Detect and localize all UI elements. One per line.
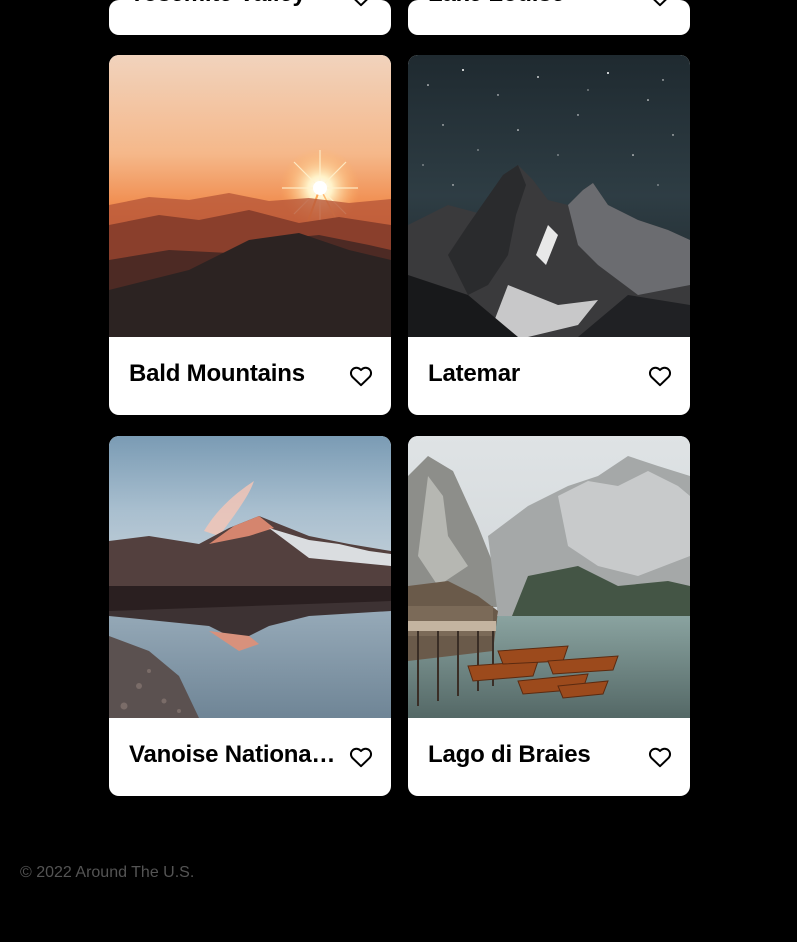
- card-title: Latemar: [428, 360, 520, 387]
- place-card: Lago di Braies: [408, 436, 690, 796]
- heart-outline-icon: [354, 0, 368, 7]
- page: Yosemite Valley Lake Louise: [0, 0, 797, 942]
- card-footer: Yosemite Valley: [109, 0, 391, 35]
- heart-outline-icon: [653, 0, 667, 7]
- like-button[interactable]: [349, 365, 373, 387]
- card-footer: Vanoise National Park: [109, 718, 391, 796]
- card-partial: Lake Louise: [408, 0, 690, 35]
- like-button[interactable]: [349, 746, 373, 768]
- heart-outline-icon: [648, 366, 672, 387]
- card-title: Bald Mountains: [129, 360, 305, 387]
- like-button[interactable]: [648, 365, 672, 387]
- card-title: Lago di Braies: [428, 741, 591, 768]
- place-card: Latemar: [408, 55, 690, 415]
- lake-reflection-image[interactable]: [109, 436, 391, 718]
- copyright-text: © 2022 Around The U.S.: [20, 864, 195, 881]
- card-title: Vanoise National Park: [129, 741, 341, 768]
- place-card: Vanoise National Park: [109, 436, 391, 796]
- card-partial: Yosemite Valley: [109, 0, 391, 35]
- heart-outline-icon: [349, 366, 373, 387]
- heart-outline-icon: [349, 747, 373, 768]
- card-title: Yosemite Valley: [129, 0, 341, 9]
- like-button[interactable]: [648, 746, 672, 768]
- boats-lake-image[interactable]: [408, 436, 690, 718]
- sunset-mountains-image[interactable]: [109, 55, 391, 337]
- night-peaks-image[interactable]: [408, 55, 690, 337]
- card-title: Lake Louise: [428, 0, 640, 9]
- heart-outline-icon: [648, 747, 672, 768]
- card-footer: Lake Louise: [408, 0, 690, 35]
- card-footer: Latemar: [408, 337, 690, 415]
- card-footer: Bald Mountains: [109, 337, 391, 415]
- place-card: Bald Mountains: [109, 55, 391, 415]
- like-button[interactable]: [648, 0, 672, 7]
- like-button[interactable]: [349, 0, 373, 7]
- card-footer: Lago di Braies: [408, 718, 690, 796]
